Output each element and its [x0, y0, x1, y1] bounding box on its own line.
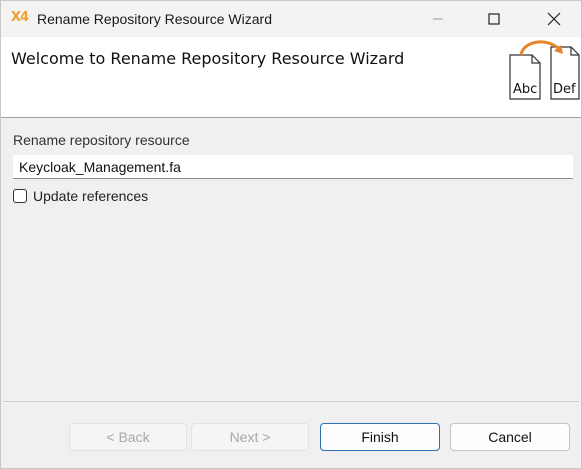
- next-button[interactable]: Next >: [191, 423, 309, 451]
- update-references-checkbox[interactable]: [13, 189, 27, 203]
- update-references-label[interactable]: Update references: [33, 188, 148, 204]
- title-bar[interactable]: X4 Rename Repository Resource Wizard: [1, 1, 581, 37]
- rename-icon-from-label: Abc: [513, 82, 537, 97]
- app-logo-icon: X4: [11, 10, 29, 25]
- close-button[interactable]: [531, 1, 577, 37]
- rename-icon-to-label: Def: [553, 82, 576, 97]
- rename-icon: Abc Def: [509, 40, 580, 100]
- cancel-button[interactable]: Cancel: [450, 423, 570, 451]
- minimize-button[interactable]: [415, 1, 461, 37]
- finish-button[interactable]: Finish: [320, 423, 440, 451]
- wizard-window: X4 Rename Repository Resource Wizard Wel…: [0, 0, 582, 469]
- maximize-icon: [488, 13, 500, 25]
- header-divider: [1, 117, 581, 118]
- maximize-button[interactable]: [471, 1, 517, 37]
- back-button[interactable]: < Back: [69, 423, 187, 451]
- footer-divider: [3, 401, 579, 402]
- resource-name-label: Rename repository resource: [13, 132, 190, 148]
- minimize-icon: [433, 18, 443, 20]
- resource-name-input[interactable]: [13, 155, 573, 179]
- wizard-header: Welcome to Rename Repository Resource Wi…: [1, 37, 581, 117]
- wizard-heading: Welcome to Rename Repository Resource Wi…: [11, 49, 405, 68]
- close-icon: [547, 12, 561, 26]
- update-references-option[interactable]: Update references: [13, 187, 148, 205]
- window-title: Rename Repository Resource Wizard: [37, 11, 272, 27]
